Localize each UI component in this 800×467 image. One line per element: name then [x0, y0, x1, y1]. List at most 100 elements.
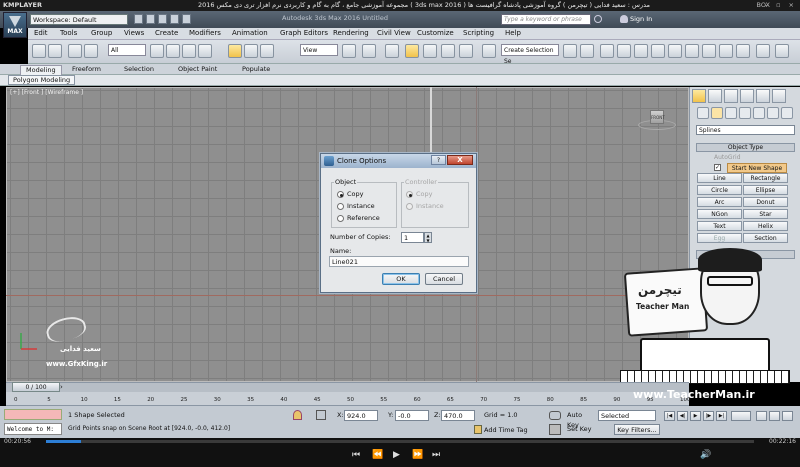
a360-render-icon[interactable]: [756, 44, 770, 58]
player-window-controls[interactable]: – ▫ ×: [765, 0, 797, 11]
player-forward-icon[interactable]: ⏩: [412, 450, 423, 460]
circle-button[interactable]: Circle: [697, 185, 742, 195]
helpers-icon[interactable]: [753, 107, 765, 119]
add-time-tag-button[interactable]: Add Time Tag: [484, 426, 528, 434]
ok-button[interactable]: OK: [382, 273, 420, 285]
object-category-dropdown[interactable]: Splines: [696, 125, 795, 135]
keyboard-shortcut-override-icon[interactable]: [385, 44, 399, 58]
angle-snap-icon[interactable]: [423, 44, 437, 58]
window-crossing-icon[interactable]: [198, 44, 212, 58]
new-file-icon[interactable]: [134, 14, 143, 24]
align-icon[interactable]: [580, 44, 594, 58]
selection-filter-dropdown[interactable]: All: [108, 44, 146, 56]
hierarchy-tab-icon[interactable]: [724, 89, 738, 103]
start-new-shape-checkbox[interactable]: ✓: [714, 164, 721, 171]
player-next-icon[interactable]: ⏭: [432, 450, 440, 460]
z-coordinate-field[interactable]: 470.0: [441, 410, 475, 421]
search-input[interactable]: Type a keyword or phrase: [501, 14, 591, 25]
selection-lock-icon[interactable]: [293, 410, 302, 420]
key-mode-dropdown[interactable]: Selected: [598, 410, 656, 421]
lights-icon[interactable]: [725, 107, 737, 119]
open-file-icon[interactable]: [146, 14, 155, 24]
start-new-shape-button[interactable]: Start New Shape: [727, 163, 787, 173]
systems-icon[interactable]: [781, 107, 793, 119]
arc-button[interactable]: Arc: [697, 197, 742, 207]
controller-copy-radio[interactable]: [406, 191, 413, 198]
search-icon[interactable]: [594, 15, 602, 23]
motion-tab-icon[interactable]: [740, 89, 754, 103]
select-by-name-icon[interactable]: [166, 44, 180, 58]
donut-button[interactable]: Donut: [743, 197, 788, 207]
object-reference-label[interactable]: Reference: [347, 214, 380, 222]
layer-explorer-icon[interactable]: [600, 44, 614, 58]
zoom-extents-icon[interactable]: [756, 411, 767, 421]
select-manipulate-icon[interactable]: [362, 44, 376, 58]
dialog-close-button[interactable]: X: [447, 155, 473, 165]
set-key-filter-icon[interactable]: [549, 411, 561, 420]
redo-icon[interactable]: [182, 14, 191, 24]
object-instance-radio[interactable]: [337, 203, 344, 210]
tab-modeling[interactable]: Modeling: [20, 65, 62, 75]
viewport-label[interactable]: [+] [Front ] [Wireframe ]: [10, 89, 83, 96]
cameras-icon[interactable]: [739, 107, 751, 119]
menu-customize[interactable]: Customize: [417, 29, 454, 37]
menu-rendering[interactable]: Rendering: [333, 29, 369, 37]
auto-key-button[interactable]: Auto Key: [567, 410, 595, 429]
go-to-end-icon[interactable]: ▶|: [716, 411, 727, 421]
autogrid-checkbox[interactable]: AutoGrid: [714, 154, 741, 161]
name-input[interactable]: Line021: [329, 256, 469, 267]
utilities-tab-icon[interactable]: [772, 89, 786, 103]
rendered-frame-window-icon[interactable]: [702, 44, 716, 58]
x-coordinate-field[interactable]: 924.0: [344, 410, 378, 421]
tab-selection[interactable]: Selection: [124, 65, 154, 73]
controller-copy-label[interactable]: Copy: [416, 190, 433, 198]
player-prev-icon[interactable]: ⏮: [352, 450, 360, 460]
ellipse-button[interactable]: Ellipse: [743, 185, 788, 195]
geometry-icon[interactable]: [697, 107, 709, 119]
schematic-view-icon[interactable]: [651, 44, 665, 58]
cancel-button[interactable]: Cancel: [425, 273, 463, 285]
link-icon[interactable]: [68, 44, 82, 58]
create-tab-icon[interactable]: [692, 89, 706, 103]
time-slider[interactable]: [6, 382, 689, 392]
set-key-button[interactable]: Set Key: [567, 424, 595, 435]
selection-region-icon[interactable]: [182, 44, 196, 58]
shapes-icon[interactable]: [711, 107, 723, 119]
display-tab-icon[interactable]: [756, 89, 770, 103]
open-a360-gallery-icon[interactable]: [775, 44, 789, 58]
undo-toolbar-icon[interactable]: [32, 44, 46, 58]
text-button[interactable]: Text: [697, 221, 742, 231]
pan-view-icon[interactable]: [769, 411, 780, 421]
maxscript-input[interactable]: Welcome to M:: [4, 423, 62, 435]
helix-button[interactable]: Helix: [743, 221, 788, 231]
redo-toolbar-icon[interactable]: [48, 44, 62, 58]
star-button[interactable]: Star: [743, 209, 788, 219]
key-filters-button[interactable]: Key Filters...: [614, 424, 660, 435]
object-copy-radio[interactable]: [337, 191, 344, 198]
ngon-button[interactable]: NGon: [697, 209, 742, 219]
percent-snap-icon[interactable]: [441, 44, 455, 58]
reference-coordinate-dropdown[interactable]: View: [300, 44, 338, 56]
absolute-mode-icon[interactable]: [316, 410, 326, 420]
menu-group[interactable]: Group: [91, 29, 112, 37]
go-to-start-icon[interactable]: |◀: [664, 411, 675, 421]
controller-instance-label[interactable]: Instance: [416, 202, 444, 210]
pivot-center-icon[interactable]: [342, 44, 356, 58]
key-icon[interactable]: [549, 424, 561, 435]
viewcube[interactable]: FRONT: [650, 110, 665, 124]
modify-tab-icon[interactable]: [708, 89, 722, 103]
scale-icon[interactable]: [260, 44, 274, 58]
select-object-icon[interactable]: [150, 44, 164, 58]
tab-populate[interactable]: Populate: [242, 65, 270, 73]
menu-scripting[interactable]: Scripting: [463, 29, 494, 37]
menu-create[interactable]: Create: [155, 29, 178, 37]
orbit-icon[interactable]: [782, 411, 793, 421]
undo-icon[interactable]: [170, 14, 179, 24]
object-reference-radio[interactable]: [337, 215, 344, 222]
player-volume-icon[interactable]: 🔊: [700, 450, 711, 460]
rotate-icon[interactable]: [244, 44, 258, 58]
menu-animation[interactable]: Animation: [232, 29, 268, 37]
player-play-icon[interactable]: ▶: [393, 450, 400, 460]
copies-spinner-arrows[interactable]: ▲ ▼: [424, 232, 432, 243]
maxscript-listener-mini[interactable]: [4, 409, 62, 420]
